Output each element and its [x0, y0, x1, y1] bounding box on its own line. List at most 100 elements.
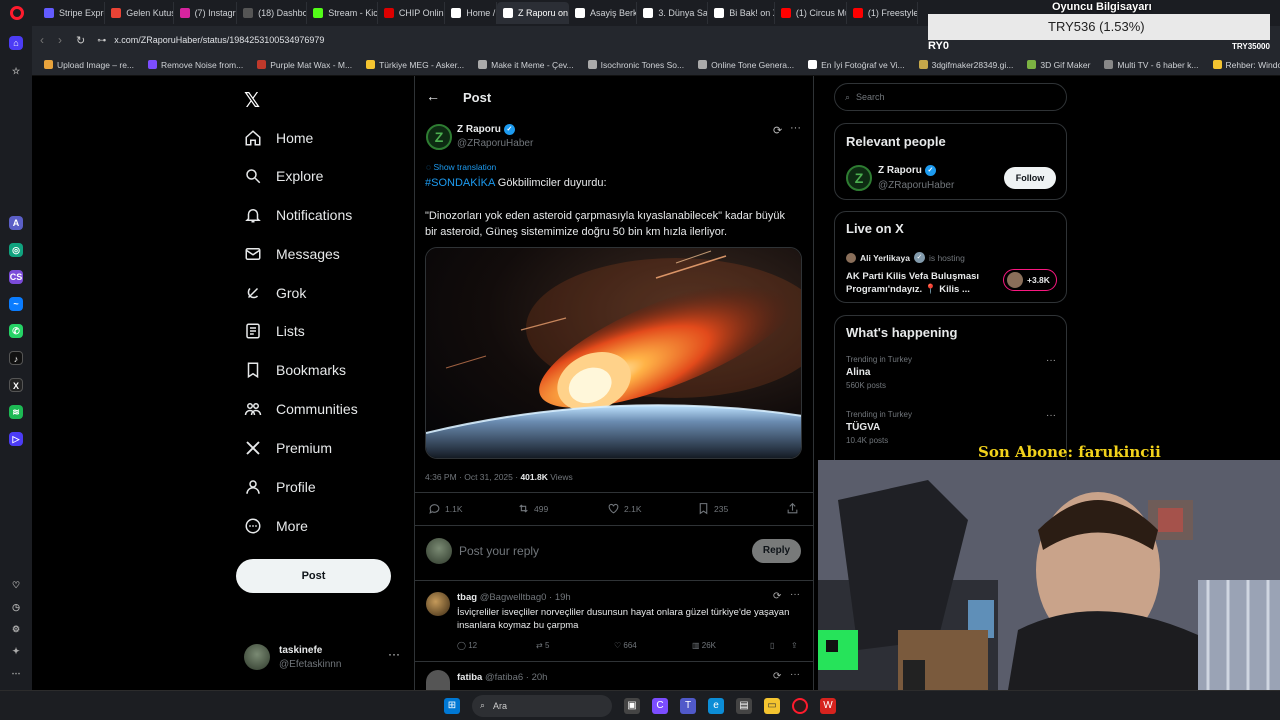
- post-more-icon[interactable]: ···: [790, 122, 801, 134]
- browser-tab[interactable]: Gelen Kutusu (: [105, 2, 174, 24]
- live-host-row[interactable]: Ali Yerlikaya ✓ is hosting: [846, 252, 965, 263]
- bookmark-item[interactable]: Make it Meme - Çev...: [478, 60, 574, 70]
- trend-more-icon[interactable]: ···: [1046, 410, 1056, 421]
- app-icon[interactable]: W: [820, 697, 836, 714]
- nav-item-home[interactable]: Home: [244, 120, 313, 156]
- store-icon[interactable]: ▤: [736, 697, 752, 714]
- reply-more-icon[interactable]: ···: [790, 589, 800, 600]
- url-field[interactable]: x.com/ZRaporuHaber/status/19842531005349…: [114, 35, 324, 45]
- show-translation-row[interactable]: ◌ Show translation: [426, 162, 496, 172]
- nav-item-explore[interactable]: Explore: [244, 158, 323, 194]
- browser-tab[interactable]: Home / X: [445, 2, 497, 24]
- back-icon[interactable]: ‹: [40, 33, 44, 47]
- opera-icon[interactable]: [792, 697, 808, 714]
- task-view-icon[interactable]: ▣: [624, 697, 640, 714]
- browser-tab[interactable]: 3. Dünya Savaş: [637, 2, 709, 24]
- player-icon[interactable]: ▷: [9, 432, 23, 446]
- hashtag-link[interactable]: #SONDAKİKA: [425, 177, 495, 189]
- bookmark-item[interactable]: Upload Image – re...: [44, 60, 134, 70]
- trend-more-icon[interactable]: ···: [1046, 355, 1056, 366]
- bookmark-item[interactable]: 3dgifmaker28349.gi...: [918, 60, 1013, 70]
- nav-item-messages[interactable]: Messages: [244, 236, 340, 272]
- nav-item-grok[interactable]: Grok: [244, 275, 306, 311]
- reply2-more-icon[interactable]: ···: [790, 669, 800, 680]
- trend-item[interactable]: Trending in Turkey Alina 560K posts ···: [846, 355, 1056, 403]
- nav-item-bookmarks[interactable]: Bookmarks: [244, 352, 346, 388]
- reply-share-icon[interactable]: ⇪: [791, 641, 798, 650]
- bookmark-item[interactable]: En İyi Fotoğraf ve Vi...: [808, 60, 905, 70]
- back-arrow-icon[interactable]: ←: [426, 88, 440, 104]
- browser-tab[interactable]: Stripe Express: [38, 2, 106, 24]
- more-icon[interactable]: ⋯: [9, 666, 23, 680]
- live-listeners-pill[interactable]: +3.8K: [1003, 269, 1057, 291]
- author-handle[interactable]: @ZRaporuHaber: [457, 138, 533, 149]
- author-avatar[interactable]: Z: [426, 124, 452, 150]
- relevant-name-row[interactable]: Z Raporu ✓: [878, 165, 936, 176]
- settings-icon[interactable]: ⚙: [9, 622, 23, 636]
- reload-icon[interactable]: ↻: [76, 34, 85, 47]
- history-icon[interactable]: ◷: [9, 600, 23, 614]
- bookmark-item[interactable]: Remove Noise from...: [148, 60, 243, 70]
- search-input[interactable]: Search: [856, 92, 885, 102]
- nav-item-communities[interactable]: Communities: [244, 391, 358, 427]
- like-action[interactable]: 2.1K: [607, 502, 642, 515]
- post-timestamp[interactable]: 4:36 PM · Oct 31, 2025 ·: [425, 472, 520, 482]
- follow-button[interactable]: Follow: [1004, 167, 1056, 189]
- account-switcher[interactable]: taskinefe @Efetaskinnn ···: [244, 643, 404, 673]
- opera-logo-icon[interactable]: [10, 6, 24, 20]
- reply-avatar[interactable]: [426, 670, 450, 690]
- live-text[interactable]: AK Parti Kilis Vefa Buluşması Programı'n…: [846, 270, 996, 296]
- nav-item-premium[interactable]: Premium: [244, 430, 332, 466]
- spotify-icon[interactable]: ≋: [9, 405, 23, 419]
- reply-reply-icon[interactable]: ◯ 12: [457, 641, 477, 650]
- live-host-name[interactable]: Ali Yerlikaya: [860, 253, 910, 263]
- author-name-row[interactable]: Z Raporu ✓: [457, 124, 515, 135]
- aria-icon[interactable]: A: [9, 216, 23, 230]
- bookmark-item[interactable]: Rehber: Windows 1...: [1212, 60, 1280, 70]
- reply-views-icon[interactable]: ▥ 26K: [692, 641, 716, 650]
- reply-author[interactable]: tbag: [457, 592, 477, 603]
- reply2-grok-icon[interactable]: ⟳: [773, 671, 781, 682]
- chatgpt-icon[interactable]: ◎: [9, 243, 23, 257]
- nav-item-more[interactable]: More: [244, 508, 308, 544]
- bookmark-item[interactable]: 3D Gif Maker: [1027, 60, 1090, 70]
- bookmark-item[interactable]: Türkiye MEG - Asker...: [366, 60, 464, 70]
- grok-icon[interactable]: ⟳: [773, 124, 782, 137]
- browser-tab[interactable]: (18) Dashboard: [237, 2, 308, 24]
- copilot-icon[interactable]: C: [652, 697, 668, 714]
- x-logo-icon[interactable]: 𝕏: [244, 88, 260, 112]
- bookmark-item[interactable]: Online Tone Genera...: [698, 60, 794, 70]
- reply-like-icon[interactable]: ♡ 664: [614, 641, 637, 650]
- nav-item-profile[interactable]: Profile: [244, 469, 316, 505]
- reply-bookmark-icon[interactable]: ▯: [770, 641, 774, 650]
- more-icon[interactable]: ···: [388, 647, 400, 661]
- repost-action[interactable]: 499: [517, 502, 548, 515]
- nav-item-lists[interactable]: Lists: [244, 313, 305, 349]
- star-icon[interactable]: ☆: [9, 64, 23, 78]
- x-icon[interactable]: X: [9, 378, 23, 392]
- share-action[interactable]: [786, 502, 799, 515]
- search-box[interactable]: ⌕ Search: [834, 83, 1067, 111]
- author-name[interactable]: Z Raporu: [457, 124, 501, 135]
- browser-tab[interactable]: (1) FreestyleWe: [847, 2, 918, 24]
- forward-icon[interactable]: ›: [58, 33, 62, 47]
- file-explorer-icon[interactable]: ▭: [764, 697, 780, 714]
- home-icon[interactable]: ⌂: [9, 36, 23, 50]
- nav-item-notifications[interactable]: Notifications: [244, 197, 352, 233]
- whatsapp-icon[interactable]: ✆: [9, 324, 23, 338]
- post-button[interactable]: Post: [236, 559, 391, 593]
- browser-tab[interactable]: (1) Circus Music: [775, 2, 847, 24]
- bookmark-action[interactable]: 235: [697, 502, 728, 515]
- relevant-avatar[interactable]: Z: [846, 165, 872, 191]
- reply-avatar[interactable]: [426, 592, 450, 616]
- browser-tab[interactable]: CHIP Online iz: [378, 2, 446, 24]
- browser-tab[interactable]: Stream - Kick D: [307, 2, 378, 24]
- browser-tab[interactable]: Bi Bak! on X: ": [708, 2, 775, 24]
- bookmark-item[interactable]: Purple Mat Wax - M...: [257, 60, 352, 70]
- lightbulb-icon[interactable]: ✦: [9, 644, 23, 658]
- reply-button[interactable]: Reply: [752, 539, 801, 563]
- browser-tab[interactable]: Z Raporu on X: "#SONDA: [497, 2, 569, 24]
- heart-icon[interactable]: ♡: [9, 578, 23, 592]
- reply-grok-icon[interactable]: ⟳: [773, 591, 781, 602]
- messenger-icon[interactable]: ~: [9, 297, 23, 311]
